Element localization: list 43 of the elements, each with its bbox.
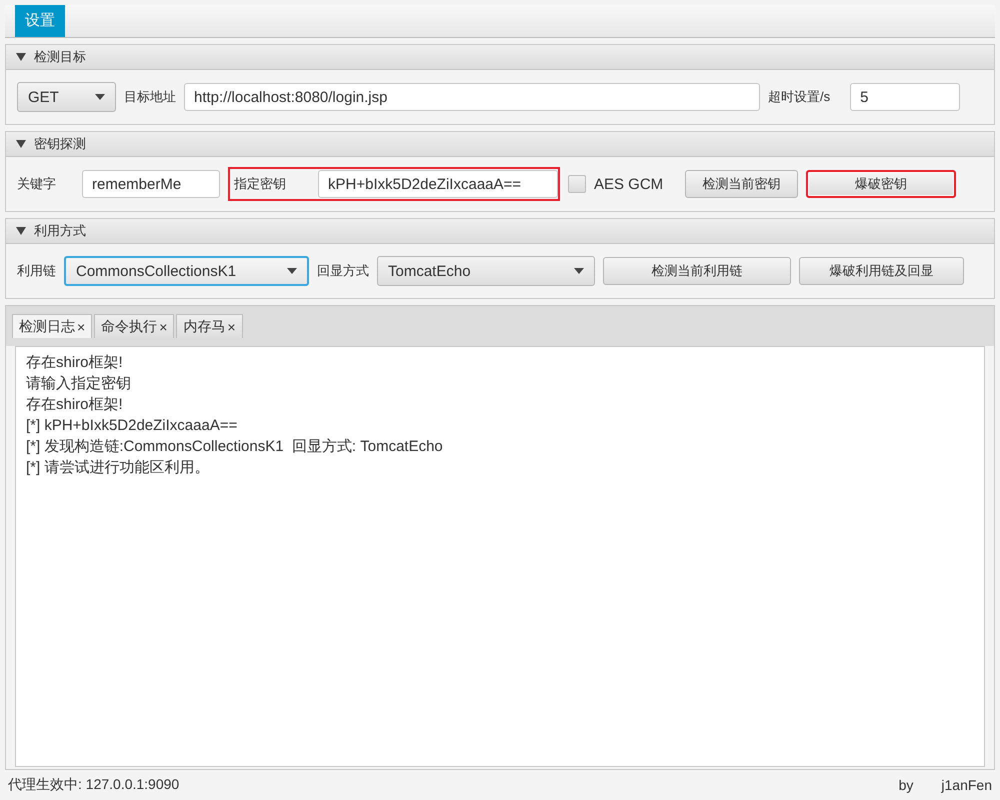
section-header[interactable]: 密钥探测 xyxy=(6,132,994,157)
by-label: by xyxy=(898,777,914,793)
action-button[interactable]: 检测当前利用链 xyxy=(603,257,791,285)
input-field[interactable]: rememberMe xyxy=(82,170,220,198)
author-name: j1anFen xyxy=(941,777,992,793)
caret-icon xyxy=(574,268,584,274)
caret-icon xyxy=(95,94,105,100)
output-tab[interactable]: 检测日志× xyxy=(12,314,92,338)
section-title: 检测目标 xyxy=(34,48,86,66)
input-field[interactable]: http://localhost:8080/login.jsp xyxy=(184,83,760,111)
output-tab[interactable]: 命令执行× xyxy=(94,314,174,338)
action-button[interactable]: 爆破利用链及回显 xyxy=(799,257,964,285)
log-line: [*] 请尝试进行功能区利用。 xyxy=(26,458,210,478)
input-field[interactable]: 5 xyxy=(850,83,960,111)
checkbox-label: AES GCM xyxy=(594,176,664,192)
log-line: 存在shiro框架! xyxy=(26,353,124,373)
section-header[interactable]: 利用方式 xyxy=(6,219,994,244)
field-label: 回显方式 xyxy=(317,262,369,280)
field-label: 关键字 xyxy=(17,175,56,193)
section-header[interactable]: 检测目标 xyxy=(6,45,994,70)
close-icon[interactable]: × xyxy=(227,318,236,334)
close-icon[interactable]: × xyxy=(77,318,86,334)
input-field[interactable]: kPH+bIxk5D2deZiIxcaaaA== xyxy=(318,170,558,198)
dropdown[interactable]: TomcatEcho xyxy=(377,256,595,286)
log-line: 请输入指定密钥 xyxy=(26,374,132,394)
caret-icon xyxy=(287,268,297,274)
dropdown[interactable]: CommonsCollectionsK1 xyxy=(64,256,309,286)
action-button[interactable]: 爆破密钥 xyxy=(806,170,956,198)
dropdown[interactable]: GET xyxy=(17,82,116,112)
section-title: 密钥探测 xyxy=(34,135,86,153)
output-tab[interactable]: 内存马× xyxy=(176,314,243,338)
proxy-status: 代理生效中: 127.0.0.1:9090 xyxy=(8,776,180,794)
action-button[interactable]: 检测当前密钥 xyxy=(685,170,798,198)
log-line: [*] 发现构造链:CommonsCollectionsK1 回显方式: TomcatEcho xyxy=(26,437,444,457)
field-label: 目标地址 xyxy=(124,88,176,106)
field-label: 超时设置/s xyxy=(768,88,830,106)
log-line: [*] kPH+bIxk5D2deZiIxcaaaA== xyxy=(26,416,238,436)
section-title: 利用方式 xyxy=(34,222,86,240)
log-line: 存在shiro框架! xyxy=(26,395,124,415)
field-label: 指定密钥 xyxy=(234,175,286,193)
checkbox[interactable] xyxy=(568,175,586,193)
close-icon[interactable]: × xyxy=(159,318,168,334)
field-label: 利用链 xyxy=(17,262,56,280)
